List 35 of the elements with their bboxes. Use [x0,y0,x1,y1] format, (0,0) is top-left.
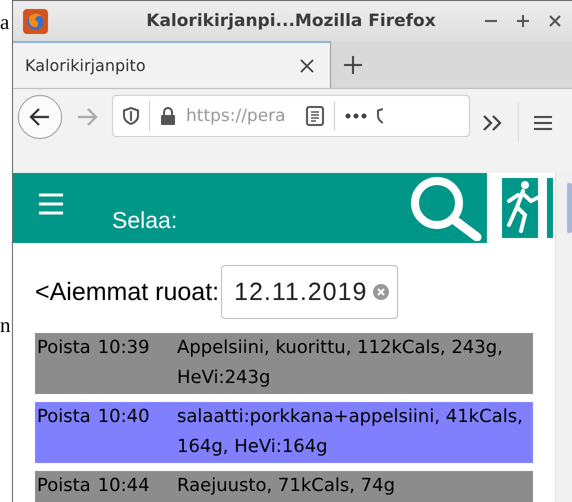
menu-icon[interactable] [533,115,553,131]
filter-label[interactable]: <Aiemmat ruoat: [35,278,220,306]
background-text: a [0,12,10,33]
delete-link[interactable]: Poista [37,402,91,462]
entry-description: salaatti:porkkana+appelsiini, 41kCals, 164g, HeVi:164g [177,405,524,459]
food-entry[interactable]: Poista 10:40 salaatti:porkkana+appelsiini, 41kCals, 164g, HeVi:164g [35,402,533,463]
back-arrow-icon[interactable] [29,107,51,127]
scrollbar[interactable] [555,173,572,502]
page-title: Selaa: [112,206,178,234]
url-text: https://pera [186,106,287,126]
date-field[interactable]: 12.11.2019 [221,265,398,319]
exit-sign-icon[interactable] [487,173,555,243]
entry-time: 10:44 [98,474,150,498]
browser-tab[interactable]: Kalorikirjanpito [13,41,331,88]
lock-icon [160,107,176,125]
delete-link[interactable]: Poista [37,333,91,393]
reader-view-icon[interactable] [306,106,324,126]
food-entry[interactable]: Poista 10:39 Appelsiini, kuorittu, 112kCals, 243g, HeVi:243g [35,333,533,394]
entry-time: 10:39 [98,336,150,360]
plus-icon[interactable] [343,54,363,74]
window-title: Kalorikirjanpi...Mozilla Firefox [145,11,437,31]
back-button[interactable] [18,95,62,139]
clear-icon[interactable] [373,284,390,300]
entry-description: Appelsiini, kuorittu, 112kCals, 243g, HeVi:243g [177,336,504,390]
browser-logo-icon [23,8,48,34]
entry-description: Raejuusto, 71kCals, 74g [177,474,396,498]
entry-time: 10:40 [98,405,150,429]
delete-link[interactable]: Poista [37,471,91,501]
food-entry[interactable]: Poista 10:44 Raejuusto, 71kCals, 74g [35,471,533,502]
more-dots-icon[interactable] [345,113,367,119]
maximize-icon[interactable] [516,14,530,28]
background-text: n [0,315,12,336]
close-icon[interactable] [548,14,562,28]
close-icon[interactable] [300,58,314,72]
overflow-chevrons-icon[interactable] [482,114,504,132]
